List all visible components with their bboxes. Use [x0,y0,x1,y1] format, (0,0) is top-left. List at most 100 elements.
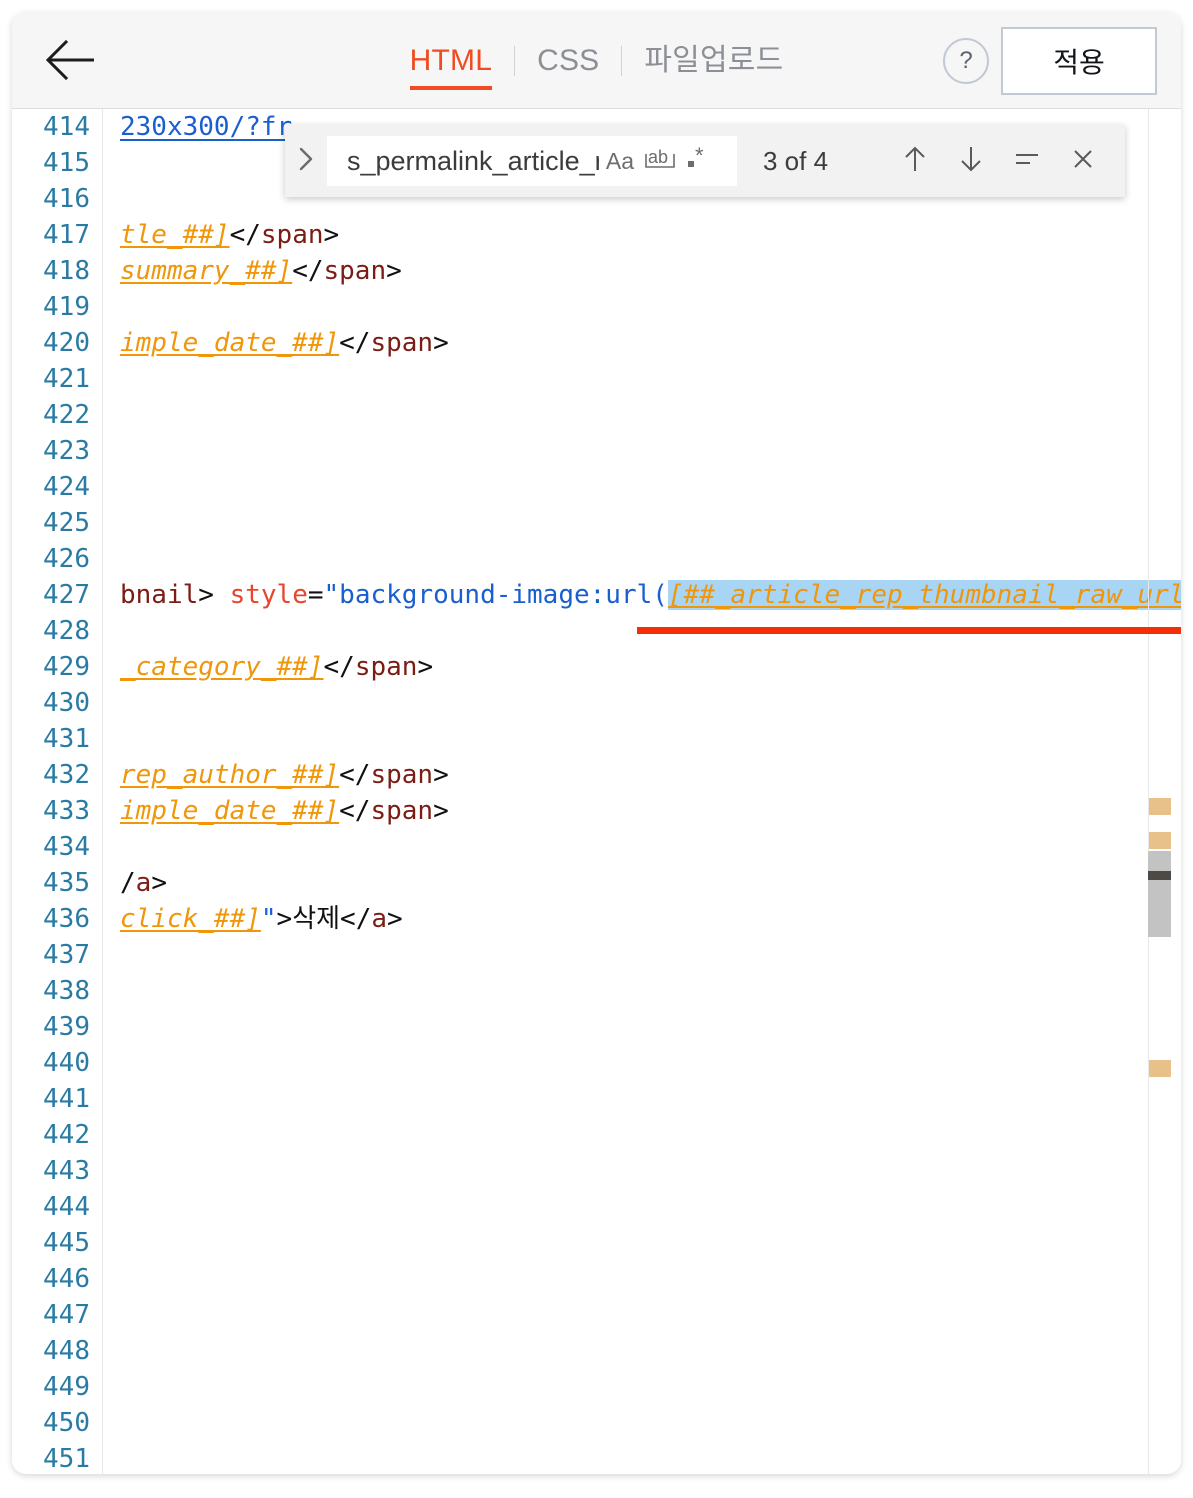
code-line[interactable] [120,1441,1160,1474]
code-line[interactable]: tle_##]</span> [120,217,1160,253]
line-number: 427 [43,580,90,610]
code-line[interactable] [120,1189,1160,1225]
code-line[interactable]: rep_author_##]</span> [120,757,1160,793]
code-line[interactable] [120,685,1160,721]
code-token: span [370,760,434,790]
match-case-toggle[interactable]: Aa [601,142,639,180]
selected-template-variable[interactable]: [##_article_rep_thumbnail_raw_url_##] [667,580,1181,610]
code-token: span [323,256,387,286]
code-line[interactable] [120,541,1160,577]
html-editor-card: HTML CSS 파일업로드 ? 적용 414 415 416 417 418 419 42… [12,12,1181,1474]
arrow-up-icon [901,143,929,180]
scrollbar-match-marker [1149,1060,1171,1077]
back-button[interactable] [42,34,98,86]
code-line[interactable] [120,1117,1160,1153]
code-token: > [387,904,403,934]
code-token: > [433,328,449,358]
tab-file-upload[interactable]: 파일업로드 [622,45,805,76]
line-number: 424 [43,472,90,502]
code-line[interactable] [120,1297,1160,1333]
code-line[interactable] [120,829,1160,865]
whole-word-icon: ab [642,144,678,178]
line-number: 442 [43,1120,90,1150]
code-token: summary_##] [120,256,293,286]
tab-html[interactable]: HTML [388,45,514,90]
code-token: span [370,796,434,826]
arrow-down-icon [957,143,985,180]
line-number: 449 [43,1372,90,1402]
code-line[interactable]: imple_date_##]</span> [120,325,1160,361]
find-actions [895,141,1125,181]
code-token: </ [339,328,371,358]
code-line[interactable] [120,361,1160,397]
code-line[interactable]: imple_date_##]</span> [120,793,1160,829]
tab-css[interactable]: CSS [515,45,621,76]
code-line[interactable]: summary_##]</span> [120,253,1160,289]
code-line[interactable] [120,1261,1160,1297]
code-token: rep_author_##] [120,760,340,790]
code-token: a [135,868,152,898]
line-number: 414 [43,112,90,142]
code-line[interactable] [120,1153,1160,1189]
whole-word-toggle[interactable]: ab [641,142,679,180]
find-in-selection-button[interactable] [1007,141,1047,181]
line-number: 433 [43,796,90,826]
code-token: </ [292,256,324,286]
find-next-button[interactable] [951,141,991,181]
find-previous-button[interactable] [895,141,935,181]
code-token: imple_date_##] [120,796,340,826]
line-number: 432 [43,760,90,790]
code-line[interactable]: click_##]">삭제</a> [120,901,1160,937]
code-line[interactable] [120,469,1160,505]
code-content[interactable]: 230x300/?fr tle_##]</span> summary_##]</s… [120,109,1181,1474]
code-editor[interactable]: 414 415 416 417 418 419 420 421 422 423 424 425 426 4… [12,109,1181,1474]
code-line[interactable] [120,1045,1160,1081]
chevron-right-icon [296,145,316,178]
toggle-replace-button[interactable] [285,125,327,197]
code-line[interactable] [120,721,1160,757]
code-line[interactable] [120,505,1160,541]
find-input[interactable] [337,141,599,181]
code-line[interactable] [120,1225,1160,1261]
code-line[interactable] [120,433,1160,469]
line-number: 419 [43,292,90,322]
close-icon [1069,145,1097,178]
code-token: span [354,652,418,682]
arrow-left-icon [42,34,98,86]
apply-button-label: 적용 [1053,47,1105,78]
code-line[interactable] [120,973,1160,1009]
code-token: / [120,868,136,898]
code-line[interactable] [120,1081,1160,1117]
code-line[interactable] [120,1405,1160,1441]
line-number: 440 [43,1048,90,1078]
find-input-container[interactable]: Aa ab * [327,136,737,186]
code-line[interactable] [120,1333,1160,1369]
line-number: 446 [43,1264,90,1294]
code-token: </ [323,652,355,682]
find-widget[interactable]: Aa ab * 3 of 4 [285,125,1125,197]
code-line[interactable]: _category_##]</span> [120,649,1160,685]
editor-scrollbar[interactable] [1148,109,1171,1474]
code-token: > [198,580,230,610]
help-button[interactable]: ? [943,38,989,84]
line-number-list: 414 415 416 417 418 419 420 421 422 423 424 425 426 4… [12,109,90,1474]
code-line[interactable]: /a> [120,865,1160,901]
code-token: > [323,220,340,250]
scrollbar-thumb[interactable] [1148,851,1171,937]
code-line[interactable] [120,289,1160,325]
line-number: 418 [43,256,90,286]
line-number: 439 [43,1012,90,1042]
code-line[interactable] [120,937,1160,973]
code-line[interactable] [120,397,1160,433]
question-mark-icon: ? [959,47,973,74]
code-token: 230x300/?fr [120,112,293,142]
code-token: bnail [120,580,199,610]
apply-button[interactable]: 적용 [1001,27,1157,95]
line-number: 435 [43,868,90,898]
use-regex-toggle[interactable]: * [681,142,719,180]
line-number: 423 [43,436,90,466]
code-line[interactable]: bnail> style="background-image:url([##_a… [120,577,1181,613]
code-line[interactable] [120,1369,1160,1405]
code-line[interactable] [120,1009,1160,1045]
find-close-button[interactable] [1063,141,1103,181]
